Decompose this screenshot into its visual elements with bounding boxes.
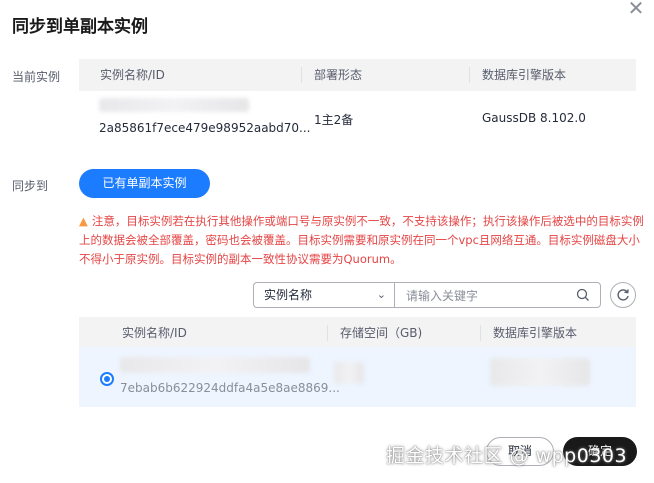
watermark: 掘金技术社区 @ wpp0303 xyxy=(386,445,628,467)
current-deploy-value: 1主2备 xyxy=(314,113,354,127)
col-storage: 存储空间（GB) xyxy=(340,326,423,340)
current-instance-id: 2a85861f7ece479e98952aabd70... xyxy=(99,121,311,135)
col-target-engine: 数据库引擎版本 xyxy=(493,326,578,340)
target-table-header: 实例名称/ID 存储空间（GB) 数据库引擎版本 xyxy=(79,317,636,349)
search-field-select[interactable]: 实例名称 ⌄ xyxy=(253,282,394,308)
redacted-engine xyxy=(490,358,590,386)
refresh-icon xyxy=(617,289,629,301)
search-icon[interactable] xyxy=(576,286,590,304)
warning-text: 注意，目标实例若在执行其他操作或端口号与原实例不一致，不支持该操作；执行该操作后… xyxy=(79,214,644,266)
target-instance-id: 7ebab6b622924ddfa4a5e8ae8869... xyxy=(120,381,340,395)
redacted-target-name xyxy=(120,357,310,373)
current-instance-label: 当前实例 xyxy=(12,70,61,84)
close-icon[interactable]: ✕ xyxy=(627,0,645,18)
col-engine: 数据库引擎版本 xyxy=(482,68,567,82)
chevron-down-icon: ⌄ xyxy=(376,288,386,301)
sync-to-label: 同步到 xyxy=(12,179,49,193)
warning-icon: ▲ xyxy=(79,214,88,228)
warning-message: ▲ 注意，目标实例若在执行其他操作或端口号与原实例不一致，不支持该操作；执行该操作… xyxy=(79,212,644,269)
redacted-storage xyxy=(334,362,364,384)
existing-single-replica-button[interactable]: 已有单副本实例 xyxy=(79,169,210,198)
current-engine-value: GaussDB 8.102.0 xyxy=(482,111,586,125)
search-input[interactable] xyxy=(404,284,568,308)
redacted-instance-name xyxy=(99,98,249,112)
target-row-radio[interactable] xyxy=(100,372,114,386)
refresh-button[interactable] xyxy=(610,282,636,308)
search-box[interactable] xyxy=(394,282,601,308)
col-instance-name: 实例名称/ID xyxy=(100,68,165,82)
dialog-title: 同步到单副本实例 xyxy=(12,17,148,37)
current-table-header: 实例名称/ID 部署形态 数据库引擎版本 xyxy=(79,59,636,91)
col-target-instance-name: 实例名称/ID xyxy=(122,326,187,340)
search-field-selected: 实例名称 xyxy=(264,288,313,302)
col-deploy: 部署形态 xyxy=(314,68,363,82)
